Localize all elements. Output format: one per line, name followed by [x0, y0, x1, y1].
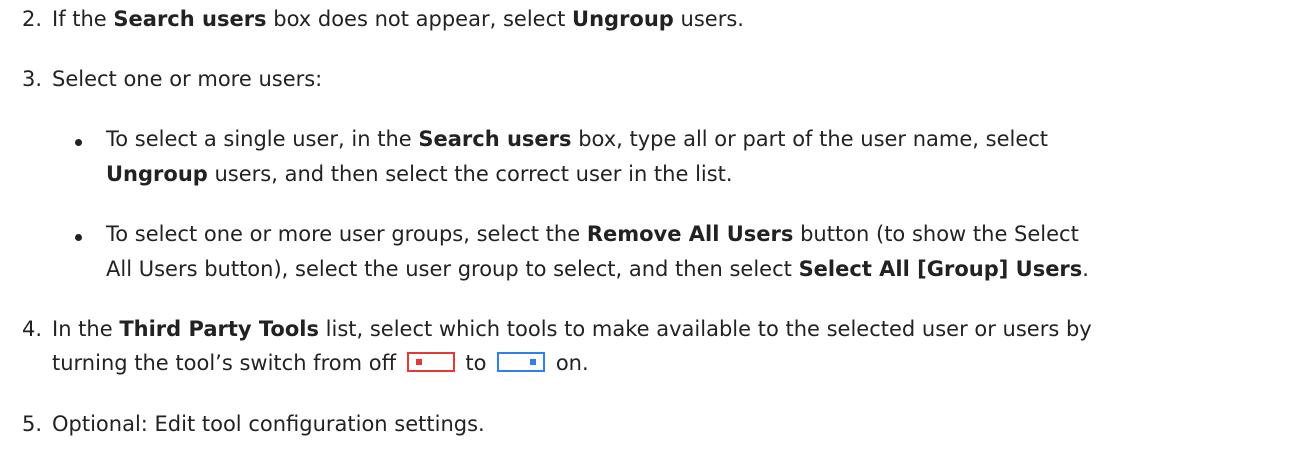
- toggle-switch-off-icon: [406, 352, 455, 372]
- step-text: Select one or more users:: [52, 67, 323, 91]
- bullet-marker: [75, 226, 89, 240]
- bullet-text: box, type all or part of the user name, …: [571, 127, 1049, 151]
- ui-term-select-all-group-users: Select All [Group] Users: [798, 257, 1083, 281]
- toggle-knob: [415, 359, 422, 365]
- ui-term-ungroup: Ungroup: [106, 162, 208, 186]
- step-number: 3.: [22, 67, 43, 91]
- step-text: list, select which tools to make availab…: [318, 317, 1092, 341]
- bullet-2-line-1: To select one or more user groups, selec…: [106, 222, 1079, 246]
- step-number: 4.: [22, 317, 43, 341]
- bullet-1-line-1: To select a single user, in the Search u…: [106, 127, 1048, 151]
- toggle-switch-on-icon: [497, 352, 546, 372]
- ui-term-third-party-tools: Third Party Tools: [119, 317, 319, 341]
- step-3: 3. Select one or more users:: [22, 67, 322, 91]
- step-number: 2.: [22, 7, 43, 31]
- step-number: 5.: [22, 412, 43, 436]
- toggle-knob: [530, 359, 537, 365]
- bullet-text: All Users button), select the user group…: [106, 257, 799, 281]
- bullet-2-line-2: All Users button), select the user group…: [106, 257, 1089, 281]
- bullet-text: button (to show the Select: [793, 222, 1079, 246]
- bullet-marker: [75, 131, 89, 145]
- step-text: Optional: Edit tool configuration settin…: [52, 412, 485, 436]
- ui-term-remove-all-users: Remove All Users: [586, 222, 794, 246]
- step-4-line-2: turning the tool’s switch from off to on…: [52, 351, 589, 375]
- bullet-text: .: [1082, 257, 1089, 281]
- step-4: 4. In the Third Party Tools list, select …: [22, 317, 1092, 341]
- bullet-text: To select a single user, in the: [106, 127, 419, 151]
- step-5: 5. Optional: Edit tool configuration sett…: [22, 412, 485, 436]
- document-body: 2. If the Search users box does not appea…: [0, 0, 1316, 457]
- step-text: If the: [52, 7, 114, 31]
- bullet-text: users, and then select the correct user …: [207, 162, 733, 186]
- ui-term-search-users: Search users: [418, 127, 572, 151]
- bullet-text: To select one or more user groups, selec…: [106, 222, 587, 246]
- ui-term-search-users: Search users: [113, 7, 267, 31]
- step-text: to: [458, 351, 494, 375]
- step-text: In the: [52, 317, 120, 341]
- step-text: on.: [549, 351, 589, 375]
- step-text: box does not appear, select: [266, 7, 573, 31]
- ui-term-ungroup: Ungroup: [572, 7, 674, 31]
- step-2: 2. If the Search users box does not appea…: [22, 7, 744, 31]
- step-text: turning the tool’s switch from off: [52, 351, 403, 375]
- bullet-1-line-2: Ungroup users, and then select the corre…: [106, 162, 733, 186]
- step-text: users.: [673, 7, 744, 31]
